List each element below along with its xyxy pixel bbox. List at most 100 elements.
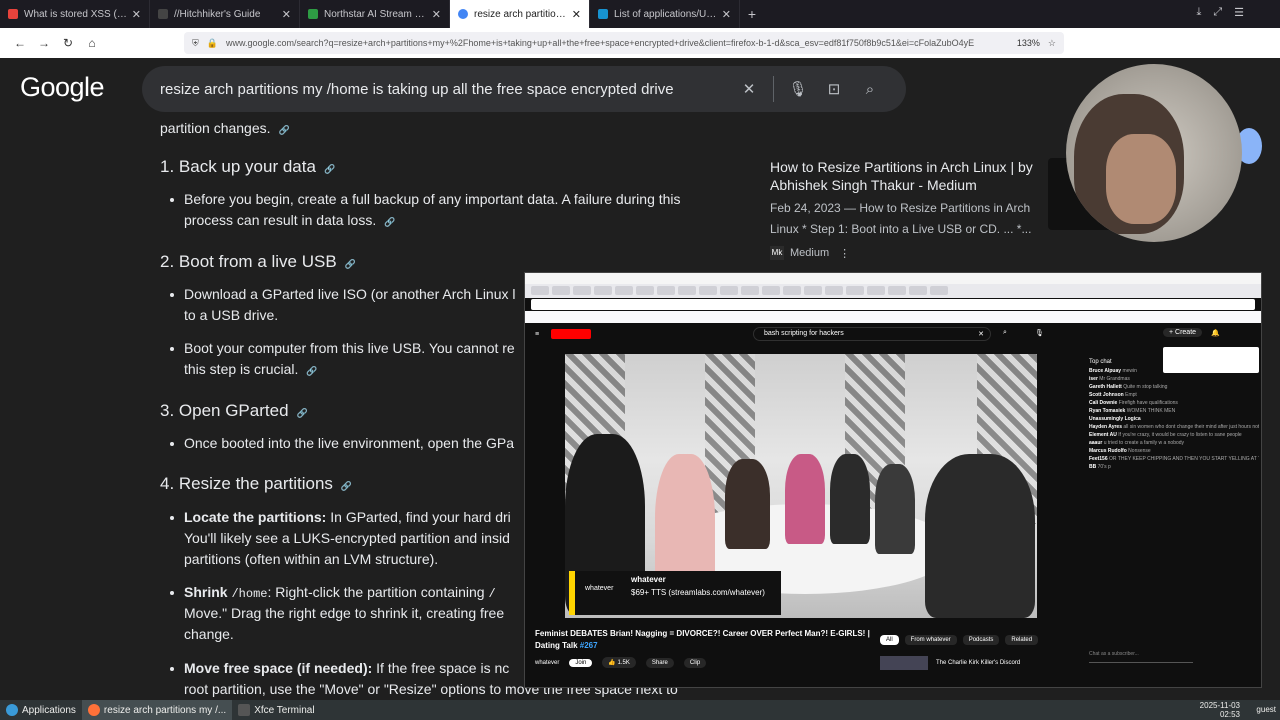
chat-username[interactable]: Hayden Ayres bbox=[1089, 424, 1122, 430]
clear-icon[interactable]: ✕ bbox=[731, 80, 767, 98]
bell-icon[interactable]: 🔔 bbox=[1211, 329, 1220, 337]
window-address-bar[interactable] bbox=[531, 299, 1255, 310]
chat-username[interactable]: Unassumingly Logica bbox=[1089, 416, 1141, 422]
close-icon[interactable]: ✕ bbox=[978, 330, 984, 338]
chat-username[interactable]: iser bbox=[1089, 376, 1098, 382]
chat-username[interactable]: Cali Downie bbox=[1089, 400, 1117, 406]
new-tab-button[interactable]: + bbox=[740, 6, 764, 22]
chat-message: Feet156 OR THEY KEEP CHIPPING AND THEN Y… bbox=[1085, 455, 1259, 463]
youtube-window[interactable]: ≡ bash scripting for hackers ✕ ⌕ 🎙 + Crea… bbox=[524, 272, 1262, 688]
link-icon[interactable]: 🔗 bbox=[345, 254, 356, 275]
tab-title: resize arch partitions my /ho bbox=[474, 8, 568, 20]
close-icon[interactable]: ✕ bbox=[282, 8, 291, 21]
filter-chip[interactable]: All bbox=[880, 635, 899, 645]
clip-button[interactable]: Clip bbox=[683, 657, 707, 668]
microphone-icon[interactable]: 🎙 bbox=[1035, 329, 1044, 337]
link-icon[interactable]: 🔗 bbox=[279, 120, 290, 141]
link-icon[interactable]: 🔗 bbox=[297, 403, 308, 424]
close-icon[interactable]: ✕ bbox=[132, 8, 141, 21]
like-button[interactable]: 👍 1.5K bbox=[602, 657, 636, 668]
close-icon[interactable]: ✕ bbox=[572, 8, 581, 21]
filter-chip[interactable]: Related bbox=[1005, 635, 1039, 645]
search-input[interactable]: resize arch partitions my /home is takin… bbox=[142, 66, 906, 112]
link-icon[interactable]: 🔗 bbox=[306, 361, 317, 382]
firefox-icon bbox=[87, 704, 100, 716]
forward-icon[interactable]: → bbox=[32, 36, 56, 50]
shield-icon[interactable]: ⛨ bbox=[192, 38, 199, 49]
recommended-title[interactable]: The Charlie Kirk Killer's Discord bbox=[936, 660, 1020, 666]
chat-username[interactable]: Bruce Alpuay bbox=[1089, 368, 1121, 374]
bookmark-star-icon[interactable]: ☆ bbox=[1048, 38, 1056, 49]
hamburger-icon[interactable]: ≡ bbox=[535, 331, 539, 338]
zoom-level[interactable]: 133% bbox=[1017, 38, 1040, 48]
recommended-thumbnail[interactable] bbox=[880, 656, 928, 670]
step-heading: 4. Resize the partitions 🔗 bbox=[160, 473, 352, 497]
taskbar-window-terminal[interactable]: Xfce Terminal bbox=[232, 700, 320, 720]
video-meta: whatever Join 👍 1.5K Share Clip bbox=[535, 657, 885, 668]
search-icon[interactable]: ⌕ bbox=[852, 81, 888, 98]
create-button[interactable]: + Create bbox=[1163, 328, 1203, 337]
tab-arch-wiki[interactable]: List of applications/Utilities ✕ bbox=[590, 0, 740, 28]
microphone-icon[interactable]: 🎙 bbox=[780, 80, 816, 98]
link-icon[interactable]: 🔗 bbox=[384, 212, 395, 233]
step-heading: 2. Boot from a live USB 🔗 bbox=[160, 251, 356, 275]
source-title[interactable]: How to Resize Partitions in Arch Linux |… bbox=[770, 158, 1060, 194]
step-heading: 1. Back up your data 🔗 bbox=[160, 156, 335, 180]
window-tab-strip bbox=[525, 284, 1261, 298]
tab-northstar[interactable]: Northstar AI Stream - Watch ✕ bbox=[300, 0, 450, 28]
answer-text: to a USB drive. bbox=[184, 307, 279, 323]
join-button[interactable]: Join bbox=[569, 658, 593, 667]
close-icon[interactable]: ✕ bbox=[432, 8, 441, 21]
recommended-video[interactable]: The Charlie Kirk Killer's Discord bbox=[880, 656, 1020, 670]
chat-input[interactable]: Chat as a subscriber... bbox=[1089, 651, 1193, 663]
google-logo[interactable]: Google bbox=[20, 72, 105, 103]
taskbar: Applications resize arch partitions my /… bbox=[0, 700, 1280, 720]
address-bar[interactable]: ⛨ 🔒 www.google.com/search?q=resize+arch+… bbox=[184, 32, 1064, 54]
channel-name[interactable]: whatever bbox=[535, 660, 559, 666]
chat-username[interactable]: Ryan Tomasiek bbox=[1089, 408, 1125, 414]
download-icon[interactable]: ⤓ bbox=[1196, 6, 1201, 19]
home-icon[interactable]: ⌂ bbox=[80, 36, 104, 50]
source-card[interactable]: How to Resize Partitions in Arch Linux |… bbox=[770, 158, 1060, 260]
search-icon[interactable]: ⌕ bbox=[1003, 329, 1007, 337]
more-options-icon[interactable]: ⋮ bbox=[839, 247, 850, 260]
filter-chip[interactable]: Podcasts bbox=[962, 635, 1000, 645]
chat-message: BB 70's p bbox=[1085, 463, 1259, 471]
chat-username[interactable]: Element AU bbox=[1089, 432, 1117, 438]
share-button[interactable]: Share bbox=[645, 657, 674, 668]
taskbar-window-firefox[interactable]: resize arch partitions my /... bbox=[81, 700, 233, 720]
extension-icon[interactable]: ⤢ bbox=[1213, 6, 1222, 19]
chat-username[interactable]: Marcus Rudolfo bbox=[1089, 448, 1127, 454]
chat-text: WOMEN THINK MEN bbox=[1126, 408, 1176, 414]
youtube-search-input[interactable]: bash scripting for hackers ✕ bbox=[753, 327, 991, 341]
search-query[interactable]: resize arch partitions my /home is takin… bbox=[160, 81, 731, 98]
tab-google-search[interactable]: resize arch partitions my /ho ✕ bbox=[450, 0, 590, 28]
youtube-logo[interactable] bbox=[551, 329, 592, 339]
menu-icon[interactable]: ☰ bbox=[1234, 6, 1244, 19]
clock[interactable]: 2025-11-03 02:53 bbox=[1200, 701, 1240, 719]
chat-popup[interactable] bbox=[1163, 347, 1259, 373]
user-name[interactable]: guest bbox=[1256, 705, 1276, 714]
chat-username[interactable]: aaaur bbox=[1089, 440, 1102, 446]
link-icon[interactable]: 🔗 bbox=[324, 159, 335, 180]
chat-message: Scott Johnson Empt bbox=[1085, 391, 1259, 399]
link-icon[interactable]: 🔗 bbox=[341, 476, 352, 497]
clock-time: 02:53 bbox=[1219, 710, 1240, 719]
hashtag-link[interactable]: #267 bbox=[580, 641, 598, 650]
chat-username[interactable]: Gareth Hallett bbox=[1089, 384, 1122, 390]
chat-username[interactable]: BB bbox=[1089, 464, 1096, 470]
tab-hitchhiker[interactable]: //Hitchhiker's Guide ✕ bbox=[150, 0, 300, 28]
lock-icon[interactable]: 🔒 bbox=[207, 38, 218, 49]
lens-icon[interactable]: ⊡ bbox=[816, 80, 852, 98]
source-site[interactable]: Mk Medium ⋮ bbox=[770, 246, 1060, 260]
tab-title: What is stored XSS (cross-s bbox=[24, 8, 128, 20]
chat-username[interactable]: Scott Johnson bbox=[1089, 392, 1124, 398]
filter-chip[interactable]: From whatever bbox=[904, 635, 957, 645]
back-icon[interactable]: ← bbox=[8, 36, 32, 50]
chat-username[interactable]: Feet156 bbox=[1089, 456, 1108, 462]
reload-icon[interactable]: ↻ bbox=[56, 36, 80, 50]
applications-menu[interactable]: Applications bbox=[0, 700, 82, 720]
banner-name: whatever bbox=[631, 575, 666, 584]
tab-xss[interactable]: What is stored XSS (cross-s ✕ bbox=[0, 0, 150, 28]
close-icon[interactable]: ✕ bbox=[722, 8, 731, 21]
